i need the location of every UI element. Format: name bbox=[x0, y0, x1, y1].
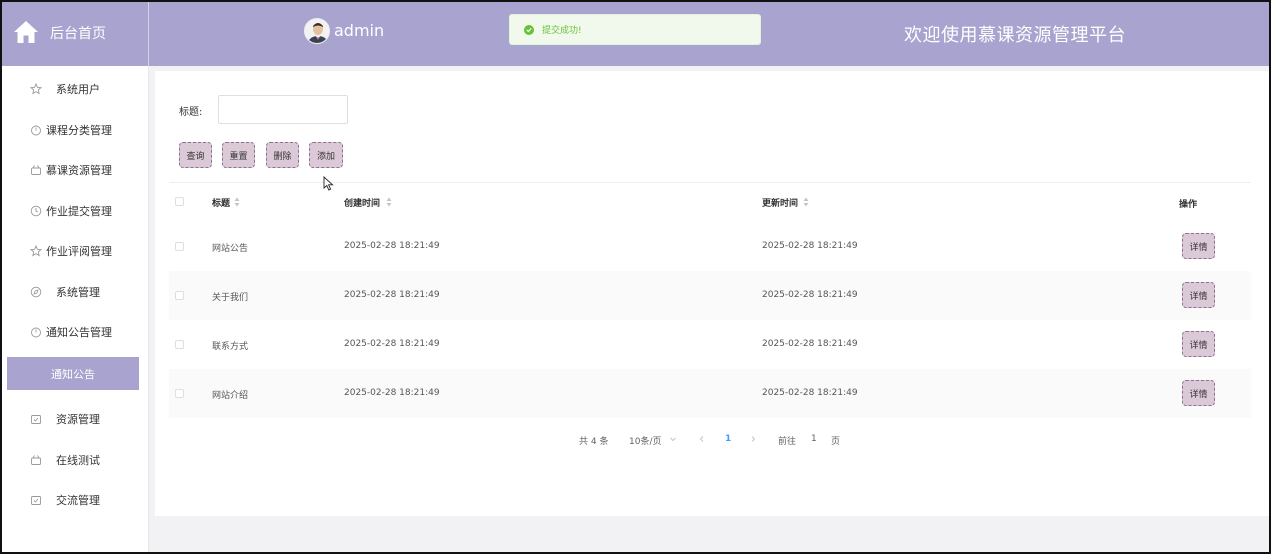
avatar[interactable] bbox=[304, 18, 330, 44]
row-title: 关于我们 bbox=[212, 293, 249, 303]
star-icon bbox=[30, 83, 42, 95]
compass-icon bbox=[30, 286, 42, 298]
row-checkbox[interactable] bbox=[175, 242, 184, 251]
home-label: 后台首页 bbox=[50, 26, 106, 42]
detail-button[interactable]: 详情 bbox=[1182, 331, 1215, 357]
goto-page-input[interactable]: 1 bbox=[811, 434, 817, 444]
row-title: 网站公告 bbox=[212, 244, 249, 254]
calendar-icon bbox=[31, 415, 41, 424]
sidebar-item-homework-submit[interactable]: 作业提交管理 bbox=[0, 191, 149, 231]
detail-button[interactable]: 详情 bbox=[1182, 380, 1215, 406]
detail-button[interactable]: 详情 bbox=[1182, 282, 1215, 308]
row-updated: 2025-02-28 18:21:49 bbox=[762, 339, 858, 349]
sidebar-item-label: 系统用户 bbox=[56, 83, 100, 96]
sidebar-subitem-label: 通知公告 bbox=[51, 367, 95, 381]
query-button[interactable]: 查询 bbox=[179, 142, 212, 168]
pagination-total: 共 4 条 bbox=[579, 437, 609, 447]
delete-button[interactable]: 删除 bbox=[266, 142, 299, 168]
basket-icon bbox=[31, 165, 41, 175]
table-row bbox=[169, 320, 1251, 369]
table-row bbox=[169, 222, 1251, 271]
chevron-down-icon[interactable] bbox=[669, 435, 677, 443]
basket-icon bbox=[31, 455, 41, 465]
star-icon bbox=[30, 245, 42, 257]
sidebar-item-course-category[interactable]: 课程分类管理 bbox=[0, 110, 149, 150]
home-link[interactable]: 后台首页 bbox=[0, 0, 149, 66]
welcome-title: 欢迎使用慕课资源管理平台 bbox=[904, 25, 1126, 46]
row-created: 2025-02-28 18:21:49 bbox=[344, 388, 440, 398]
sidebar-item-label: 作业提交管理 bbox=[46, 205, 112, 218]
sidebar-subitem-notice[interactable]: 通知公告 bbox=[7, 357, 139, 390]
row-created: 2025-02-28 18:21:49 bbox=[344, 339, 440, 349]
sidebar-item-label: 交流管理 bbox=[56, 494, 100, 507]
add-button[interactable]: 添加 bbox=[309, 142, 343, 168]
row-updated: 2025-02-28 18:21:49 bbox=[762, 388, 858, 398]
row-created: 2025-02-28 18:21:49 bbox=[344, 290, 440, 300]
select-all-checkbox[interactable] bbox=[175, 197, 184, 206]
row-updated: 2025-02-28 18:21:49 bbox=[762, 290, 858, 300]
column-title[interactable]: 标题 bbox=[212, 196, 230, 209]
sort-icon[interactable] bbox=[234, 197, 240, 207]
sidebar-item-label: 资源管理 bbox=[56, 413, 100, 426]
mouse-cursor-icon bbox=[323, 176, 334, 191]
row-checkbox[interactable] bbox=[175, 389, 184, 398]
sidebar-item-notice-management[interactable]: 通知公告管理 bbox=[0, 312, 149, 352]
sidebar-item-label: 通知公告管理 bbox=[46, 326, 112, 339]
calendar-icon bbox=[31, 496, 41, 505]
sidebar-item-label: 课程分类管理 bbox=[46, 124, 112, 137]
sort-icon[interactable] bbox=[803, 197, 809, 207]
check-circle-icon bbox=[524, 24, 534, 35]
row-created: 2025-02-28 18:21:49 bbox=[344, 241, 440, 251]
sort-icon[interactable] bbox=[386, 197, 392, 207]
admin-name[interactable]: admin bbox=[334, 21, 384, 40]
sidebar-item-resources[interactable]: 资源管理 bbox=[0, 399, 149, 439]
sidebar-item-label: 作业评阅管理 bbox=[46, 245, 112, 258]
page-number-current[interactable]: 1 bbox=[725, 434, 731, 444]
success-toast: 提交成功! bbox=[509, 14, 761, 45]
sidebar-item-homework-review[interactable]: 作业评阅管理 bbox=[0, 231, 149, 271]
column-updated[interactable]: 更新时间 bbox=[762, 196, 798, 209]
sidebar-item-label: 系统管理 bbox=[56, 286, 100, 299]
next-page-icon[interactable] bbox=[749, 435, 757, 443]
page-size-select[interactable]: 10条/页 bbox=[629, 434, 662, 447]
clock-icon bbox=[30, 205, 42, 217]
row-updated: 2025-02-28 18:21:49 bbox=[762, 241, 858, 251]
sidebar-item-mooc-resources[interactable]: 慕课资源管理 bbox=[0, 150, 149, 190]
goto-label: 前往 bbox=[778, 437, 797, 447]
reset-button[interactable]: 重置 bbox=[222, 142, 255, 168]
column-created[interactable]: 创建时间 bbox=[344, 196, 380, 209]
search-title-label: 标题: bbox=[179, 107, 203, 118]
row-checkbox[interactable] bbox=[175, 291, 184, 300]
column-actions: 操作 bbox=[1179, 200, 1198, 210]
row-checkbox[interactable] bbox=[175, 340, 184, 349]
toast-message: 提交成功! bbox=[542, 26, 582, 36]
timer-icon bbox=[31, 327, 41, 338]
prev-page-icon[interactable] bbox=[698, 435, 706, 443]
sidebar-item-system-users[interactable]: 系统用户 bbox=[0, 69, 149, 109]
detail-button[interactable]: 详情 bbox=[1182, 233, 1215, 259]
sidebar-item-label: 在线测试 bbox=[56, 454, 100, 467]
sidebar: 系统用户 课程分类管理 慕课资源管理 作业提交管理 作业评阅管理 系统管理 通知… bbox=[0, 66, 149, 554]
sidebar-item-label: 慕课资源管理 bbox=[46, 164, 112, 177]
sidebar-item-communication[interactable]: 交流管理 bbox=[0, 480, 149, 520]
sidebar-item-system-management[interactable]: 系统管理 bbox=[0, 272, 149, 312]
home-icon bbox=[14, 21, 38, 43]
table-row bbox=[169, 369, 1251, 418]
search-title-input[interactable] bbox=[218, 95, 348, 124]
table-row bbox=[169, 271, 1251, 320]
row-title: 网站介绍 bbox=[212, 391, 249, 401]
row-title: 联系方式 bbox=[212, 342, 249, 352]
goto-page-suffix: 页 bbox=[831, 437, 841, 447]
timer-icon bbox=[31, 125, 41, 136]
sidebar-item-online-test[interactable]: 在线测试 bbox=[0, 440, 149, 480]
